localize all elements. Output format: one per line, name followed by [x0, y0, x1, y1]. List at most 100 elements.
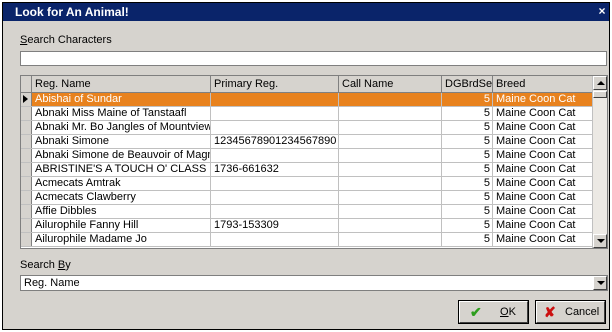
cell-dgbrdser[interactable]: 5	[442, 219, 493, 232]
cell-reg-name[interactable]: Affie Dibbles	[32, 205, 211, 218]
cell-reg-name[interactable]: Abnaki Simone de Beauvoir of Magnificats	[32, 149, 211, 162]
cell-reg-name[interactable]: Acmecats Amtrak	[32, 177, 211, 190]
cell-primary-reg[interactable]: 1793-153309	[211, 219, 339, 232]
cell-dgbrdser[interactable]: 5	[442, 149, 493, 162]
title-bar: Look for An Animal! ×	[3, 3, 609, 21]
cell-breed[interactable]: Maine Coon Cat	[493, 135, 593, 148]
cell-breed[interactable]: Maine Coon Cat	[493, 177, 593, 190]
cell-reg-name[interactable]: Acmecats Clawberry	[32, 191, 211, 204]
search-by-label: Search By	[20, 259, 71, 271]
cell-dgbrdser[interactable]: 5	[442, 121, 493, 134]
row-indicator[interactable]	[21, 205, 32, 218]
cell-reg-name[interactable]: Abnaki Mr. Bo Jangles of Mountview	[32, 121, 211, 134]
close-icon[interactable]: ×	[595, 4, 609, 19]
cell-dgbrdser[interactable]: 5	[442, 163, 493, 176]
cell-call-name[interactable]	[339, 205, 442, 218]
cell-call-name[interactable]	[339, 233, 442, 246]
cell-primary-reg[interactable]	[211, 149, 339, 162]
cell-breed[interactable]: Maine Coon Cat	[493, 233, 593, 246]
row-indicator[interactable]	[21, 93, 32, 106]
cell-dgbrdser[interactable]: 5	[442, 177, 493, 190]
table-row[interactable]: ABRISTINE'S A TOUCH O' CLASS 1736-661632 5…	[21, 163, 593, 177]
cell-primary-reg[interactable]: 1736-661632	[211, 163, 339, 176]
row-indicator[interactable]	[21, 107, 32, 120]
cell-primary-reg[interactable]	[211, 191, 339, 204]
cell-dgbrdser[interactable]: 5	[442, 205, 493, 218]
cell-primary-reg[interactable]	[211, 93, 339, 106]
search-by-select[interactable]: Reg. Name	[20, 275, 608, 291]
column-header-call-name[interactable]: Call Name	[339, 76, 442, 92]
cell-primary-reg[interactable]	[211, 205, 339, 218]
row-indicator[interactable]	[21, 177, 32, 190]
animal-grid: Reg. Name Primary Reg. Call Name DGBrdSe…	[20, 75, 608, 249]
scroll-up-button[interactable]	[593, 76, 607, 90]
row-indicator[interactable]	[21, 219, 32, 232]
cell-reg-name[interactable]: Abnaki Simone	[32, 135, 211, 148]
table-row[interactable]: Acmecats Clawberry 5 Maine Coon Cat	[21, 191, 593, 205]
cell-breed[interactable]: Maine Coon Cat	[493, 219, 593, 232]
cell-call-name[interactable]	[339, 107, 442, 120]
cell-call-name[interactable]	[339, 93, 442, 106]
cell-dgbrdser[interactable]: 5	[442, 107, 493, 120]
cell-primary-reg[interactable]	[211, 233, 339, 246]
cell-breed[interactable]: Maine Coon Cat	[493, 121, 593, 134]
column-header-reg-name[interactable]: Reg. Name	[32, 76, 211, 92]
table-row[interactable]: Ailurophile Fanny Hill 1793-153309 5 Maine …	[21, 219, 593, 233]
cell-call-name[interactable]	[339, 149, 442, 162]
row-indicator[interactable]	[21, 149, 32, 162]
table-row[interactable]: Abishai of Sundar 5 Maine Coon Cat	[21, 93, 593, 107]
cell-dgbrdser[interactable]: 5	[442, 135, 493, 148]
cell-reg-name[interactable]: ABRISTINE'S A TOUCH O' CLASS	[32, 163, 211, 176]
cell-call-name[interactable]	[339, 219, 442, 232]
cell-breed[interactable]: Maine Coon Cat	[493, 163, 593, 176]
ok-button[interactable]: ✔ OK	[458, 300, 529, 324]
cell-breed[interactable]: Maine Coon Cat	[493, 149, 593, 162]
cell-call-name[interactable]	[339, 191, 442, 204]
table-row[interactable]: Acmecats Amtrak 5 Maine Coon Cat	[21, 177, 593, 191]
cell-reg-name[interactable]: Ailurophile Madame Jo	[32, 233, 211, 246]
cancel-x-icon: ✘	[544, 304, 556, 320]
search-characters-input[interactable]	[20, 51, 607, 66]
column-header-primary-reg[interactable]: Primary Reg.	[211, 76, 339, 92]
table-row[interactable]: Abnaki Simone de Beauvoir of Magnificats…	[21, 149, 593, 163]
column-header-dgbrdser[interactable]: DGBrdSer	[442, 76, 493, 92]
cell-breed[interactable]: Maine Coon Cat	[493, 191, 593, 204]
cancel-button-label: Cancel	[565, 306, 600, 318]
dropdown-button[interactable]	[593, 276, 607, 290]
cell-dgbrdser[interactable]: 5	[442, 233, 493, 246]
cell-call-name[interactable]	[339, 163, 442, 176]
table-row[interactable]: Abnaki Miss Maine of Tanstaafl 5 Maine Coo…	[21, 107, 593, 121]
cell-dgbrdser[interactable]: 5	[442, 191, 493, 204]
cell-call-name[interactable]	[339, 177, 442, 190]
table-row[interactable]: Abnaki Mr. Bo Jangles of Mountview 5 Maine…	[21, 121, 593, 135]
table-row[interactable]: Abnaki Simone 12345678901234567890 5 Maine …	[21, 135, 593, 149]
cell-reg-name[interactable]: Ailurophile Fanny Hill	[32, 219, 211, 232]
column-header-breed[interactable]: Breed	[493, 76, 593, 92]
cell-primary-reg[interactable]	[211, 121, 339, 134]
cell-breed[interactable]: Maine Coon Cat	[493, 93, 593, 106]
cell-primary-reg[interactable]	[211, 107, 339, 120]
cell-primary-reg[interactable]	[211, 177, 339, 190]
cell-reg-name[interactable]: Abnaki Miss Maine of Tanstaafl	[32, 107, 211, 120]
table-row[interactable]: Ailurophile Madame Jo 5 Maine Coon Cat	[21, 233, 593, 247]
row-indicator[interactable]	[21, 135, 32, 148]
cell-call-name[interactable]	[339, 121, 442, 134]
row-indicator[interactable]	[21, 163, 32, 176]
row-indicator[interactable]	[21, 233, 32, 246]
chevron-down-icon	[597, 281, 605, 285]
cell-primary-reg[interactable]: 12345678901234567890	[211, 135, 339, 148]
grid-vertical-scrollbar[interactable]	[592, 76, 607, 248]
cancel-button[interactable]: ✘ Cancel	[535, 300, 606, 324]
cell-dgbrdser[interactable]: 5	[442, 93, 493, 106]
cell-reg-name[interactable]: Abishai of Sundar	[32, 93, 211, 106]
cell-breed[interactable]: Maine Coon Cat	[493, 205, 593, 218]
cell-call-name[interactable]	[339, 135, 442, 148]
scroll-thumb[interactable]	[593, 91, 607, 98]
row-indicator[interactable]	[21, 191, 32, 204]
table-row[interactable]: Affie Dibbles 5 Maine Coon Cat	[21, 205, 593, 219]
row-indicator[interactable]	[21, 121, 32, 134]
scroll-down-button[interactable]	[593, 234, 607, 248]
cell-breed[interactable]: Maine Coon Cat	[493, 107, 593, 120]
search-characters-label: Search Characters	[20, 34, 112, 46]
look-for-animal-dialog: Look for An Animal! × Search Characters …	[2, 2, 610, 330]
